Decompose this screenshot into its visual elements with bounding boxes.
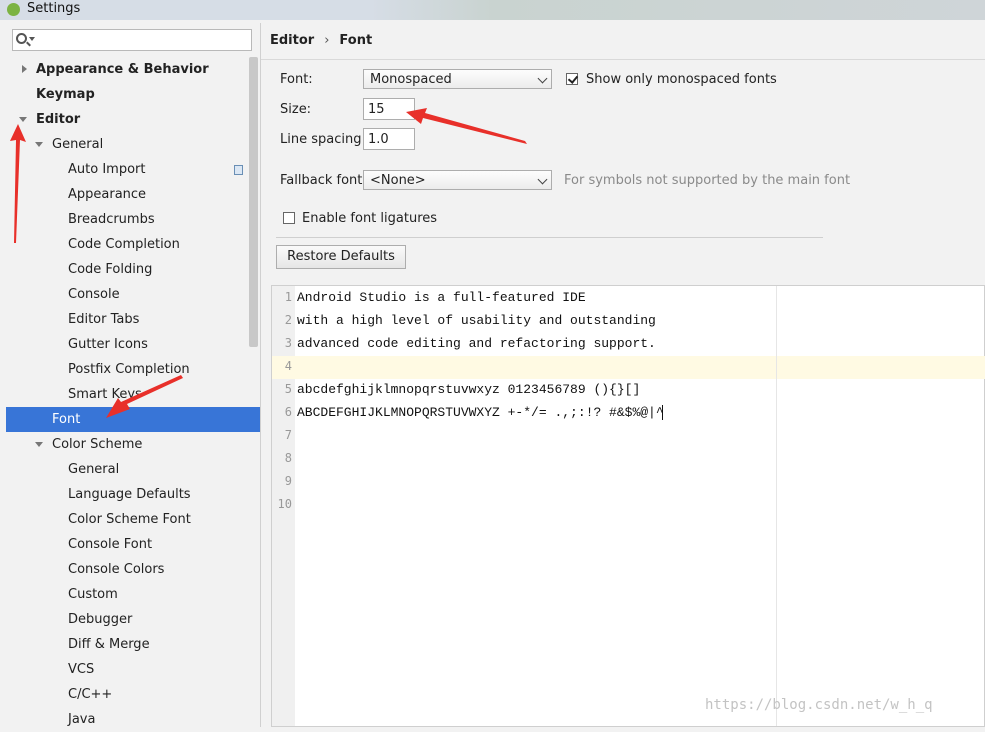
arrow-to-font [106,375,183,418]
arrow-to-editor [10,124,26,243]
arrow-to-size [406,108,527,144]
red-annotation-arrows [10,108,527,418]
annotation-arrows [10,108,527,418]
